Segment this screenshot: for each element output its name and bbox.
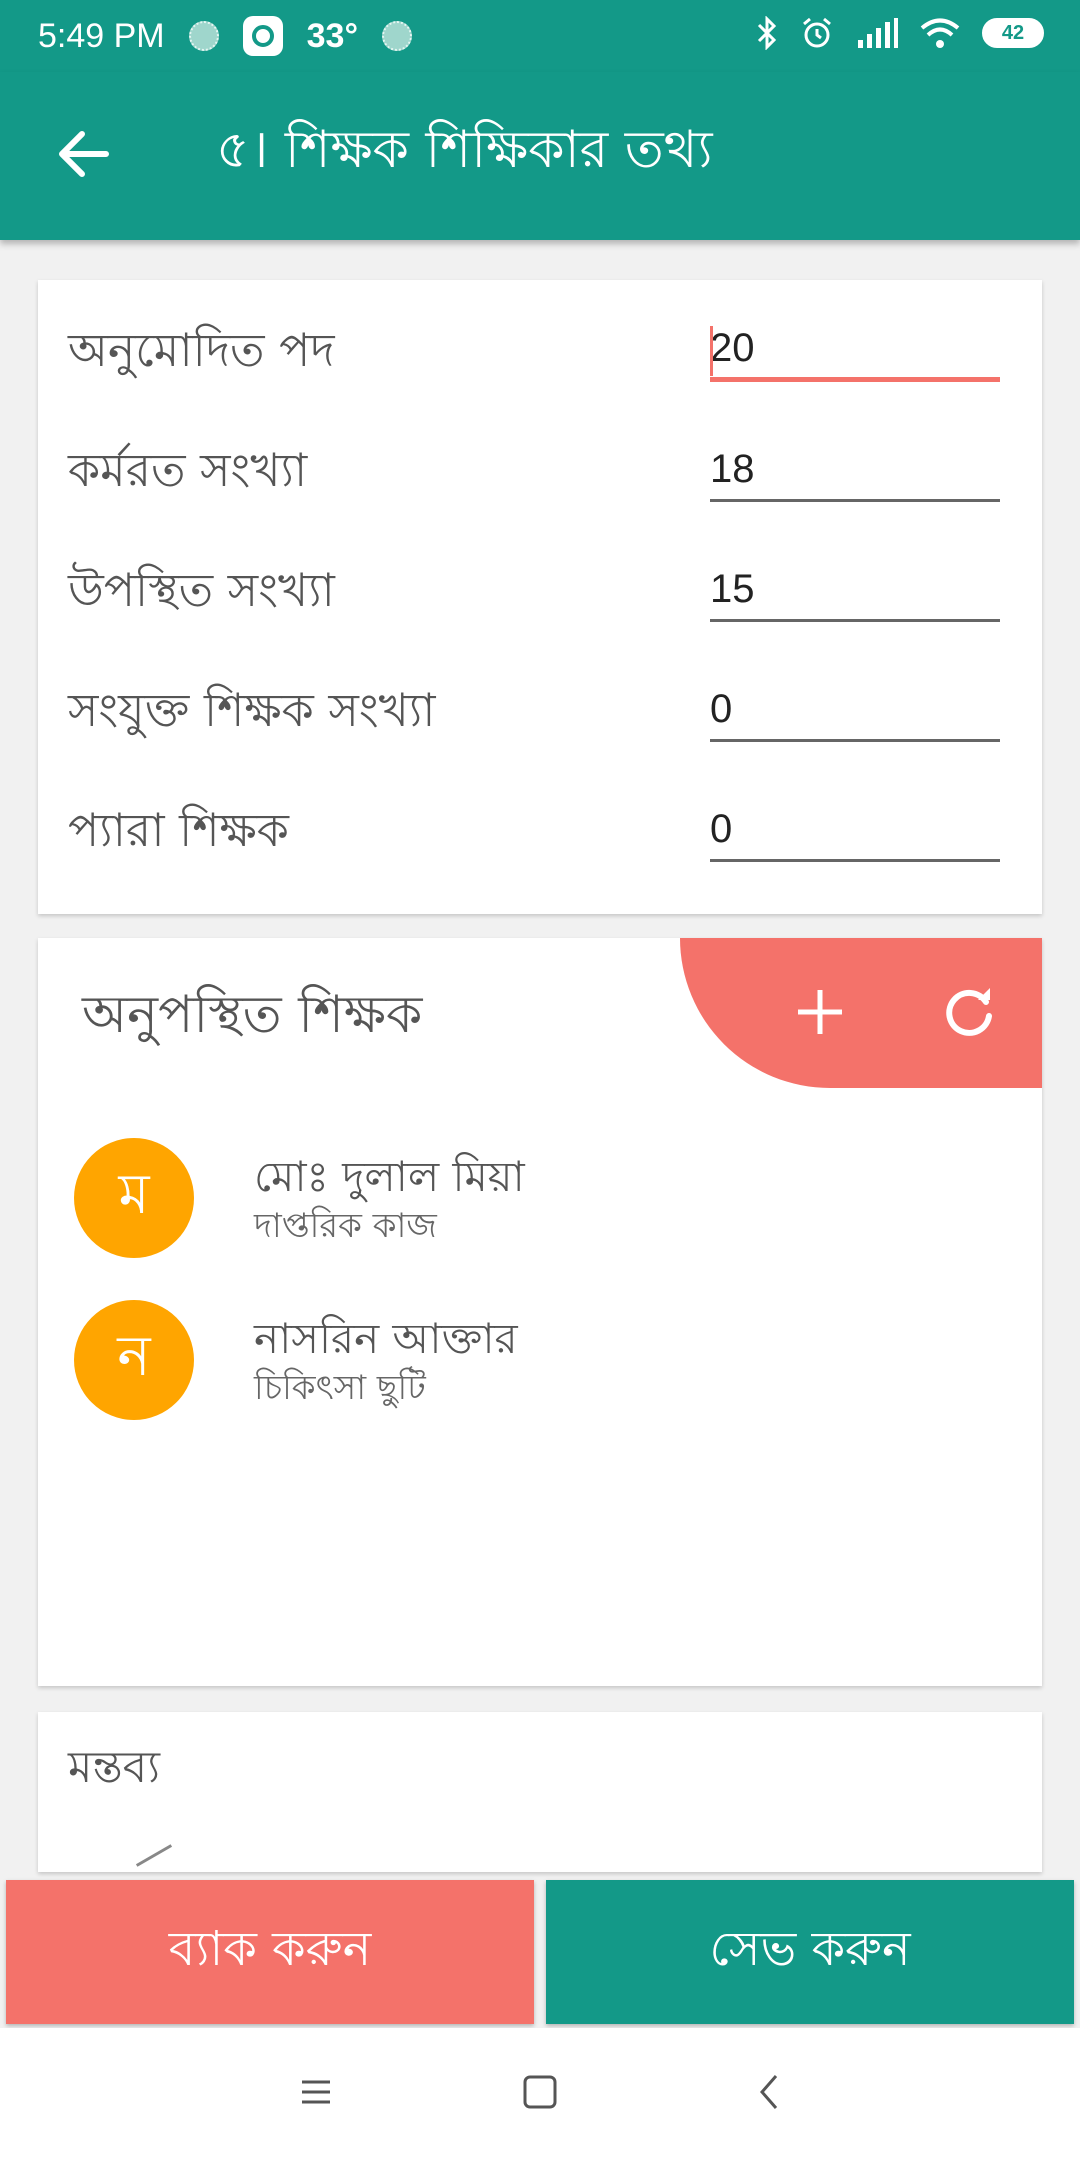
text-cursor: [710, 326, 713, 376]
battery-icon: 42: [982, 18, 1044, 48]
field-label: প্যারা শিক্ষক: [68, 803, 289, 857]
loading-dot-icon: [382, 21, 413, 51]
status-left: 5:49 PM 33°: [38, 16, 413, 56]
field-row-para-teachers: প্যারা শিক্ষক: [38, 770, 1042, 880]
home-icon[interactable]: [510, 2062, 570, 2122]
field-label: সংযুক্ত শিক্ষক সংখ্যা: [68, 683, 436, 737]
system-nav-bar: [0, 2028, 1080, 2160]
avatar: ম: [74, 1138, 194, 1258]
menu-icon[interactable]: [286, 2062, 346, 2122]
refresh-icon: [946, 988, 992, 1036]
field-row-attached-teachers: সংযুক্ত শিক্ষক সংখ্যা: [38, 650, 1042, 760]
action-panel: [680, 938, 1042, 1088]
absence-reason: চিকিৎসা ছুটি: [254, 1368, 426, 1408]
back-button[interactable]: ব্যাক করুন: [6, 1880, 534, 2024]
field-row-working-count: কর্মরত সংখ্যা: [38, 410, 1042, 520]
comment-title: মন্তব্য: [68, 1742, 161, 1793]
arrow-back-icon: [59, 131, 109, 177]
add-teacher-button[interactable]: [780, 972, 860, 1052]
clock: 5:49 PM: [38, 16, 165, 55]
save-button[interactable]: সেভ করুন: [546, 1880, 1074, 2024]
temperature: 33°: [306, 16, 359, 55]
weather-app-icon: [242, 16, 283, 56]
alarm-icon: [803, 17, 831, 48]
avatar: ন: [74, 1300, 194, 1420]
field-label: উপস্থিত সংখ্যা: [68, 563, 335, 617]
list-item[interactable]: ন নাসরিন আক্তার চিকিৎসা ছুটি: [38, 1300, 1042, 1440]
field-row-present-count: উপস্থিত সংখ্যা: [38, 530, 1042, 640]
add-icon: [798, 990, 842, 1034]
page-title: ৫। শিক্ষক শিক্ষিকার তথ্য: [216, 120, 713, 180]
working-count-input[interactable]: [710, 440, 1000, 502]
field-label: কর্মরত সংখ্যা: [68, 443, 308, 497]
signal-icon: [858, 18, 898, 48]
back-icon[interactable]: [740, 2062, 800, 2122]
app-bar: ৫। শিক্ষক শিক্ষিকার তথ্য: [0, 72, 1080, 240]
field-row-approved-posts: অনুমোদিত পদ: [38, 290, 1042, 400]
refresh-button[interactable]: [930, 972, 1010, 1052]
section-title: অনুপস্থিত শিক্ষক: [82, 985, 423, 1045]
comment-field-mark: [135, 1844, 173, 1867]
absence-reason: দাপ্তরিক কাজ: [254, 1206, 437, 1246]
field-label: অনুমোদিত পদ: [68, 323, 335, 377]
wifi-icon: [920, 18, 960, 48]
loading-dot-icon: [188, 21, 219, 51]
status-right: 42: [756, 16, 1044, 50]
attached-teachers-input[interactable]: [710, 680, 1000, 742]
comment-card[interactable]: মন্তব্য: [38, 1712, 1042, 1872]
approved-posts-input[interactable]: [710, 320, 1000, 382]
para-teachers-input[interactable]: [710, 800, 1000, 862]
absent-teachers-card: অনুপস্থিত শিক্ষক ম মোঃ দুলাল মিয়া দাপ্ত…: [38, 938, 1042, 1686]
list-item[interactable]: ম মোঃ দুলাল মিয়া দাপ্তরিক কাজ: [38, 1138, 1042, 1278]
teacher-stats-card: অনুমোদিত পদ কর্মরত সংখ্যা উপস্থিত সংখ্যা…: [38, 280, 1042, 914]
back-arrow-button[interactable]: [44, 112, 128, 196]
status-bar: 5:49 PM 33° 42: [0, 0, 1080, 72]
bluetooth-icon: [757, 16, 777, 50]
present-count-input[interactable]: [710, 560, 1000, 622]
